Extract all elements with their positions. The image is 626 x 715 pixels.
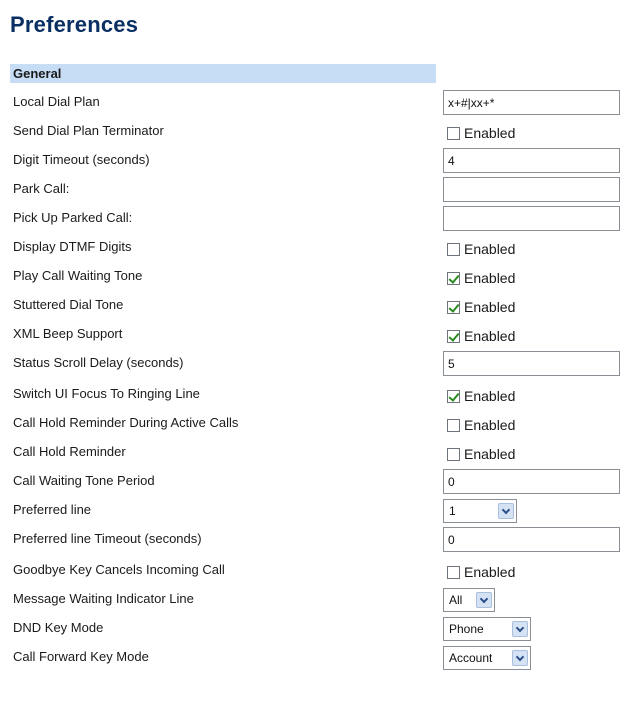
row-dnd-key-mode: DND Key Mode Phone [13, 614, 623, 643]
digit-timeout-label: Digit Timeout (seconds) [13, 152, 150, 167]
xml-beep-support-enabled-label: Enabled [464, 328, 516, 344]
call-forward-key-mode-label: Call Forward Key Mode [13, 649, 149, 664]
row-call-hold-reminder: Call Hold Reminder Enabled [13, 438, 623, 467]
switch-ui-focus-checkbox[interactable] [447, 389, 460, 403]
row-park-call: Park Call: [13, 175, 623, 204]
xml-beep-support-label: XML Beep Support [13, 326, 123, 341]
row-preferred-line: Preferred line 1 [13, 496, 623, 525]
preferred-line-label: Preferred line [13, 502, 92, 517]
status-scroll-delay-input[interactable] [443, 351, 620, 376]
park-call-label: Park Call: [13, 181, 70, 196]
dnd-key-mode-selected-value: Phone [449, 622, 484, 636]
display-dtmf-digits-checkbox[interactable] [447, 242, 460, 256]
goodbye-key-cancels-enabled-label: Enabled [464, 564, 516, 580]
play-call-waiting-tone-checkbox[interactable] [447, 271, 460, 285]
digit-timeout-input[interactable] [443, 148, 620, 173]
send-dial-plan-terminator-enabled-label: Enabled [464, 125, 516, 141]
xml-beep-support-toggle[interactable]: Enabled [447, 327, 515, 345]
row-display-dtmf-digits: Display DTMF Digits Enabled [13, 233, 623, 262]
stuttered-dial-tone-enabled-label: Enabled [464, 299, 516, 315]
pick-up-parked-call-label: Pick Up Parked Call: [13, 210, 133, 225]
preferred-line-timeout-input[interactable] [443, 527, 620, 552]
goodbye-key-cancels-label: Goodbye Key Cancels Incoming Call [13, 562, 225, 577]
call-hold-reminder-active-checkbox[interactable] [447, 418, 460, 432]
park-call-input[interactable] [443, 177, 620, 202]
goodbye-key-cancels-toggle[interactable]: Enabled [447, 563, 515, 581]
row-switch-ui-focus: Switch UI Focus To Ringing Line Enabled [13, 380, 623, 409]
pick-up-parked-call-input[interactable] [443, 206, 620, 231]
chevron-down-icon[interactable] [512, 650, 528, 666]
call-hold-reminder-enabled-label: Enabled [464, 446, 516, 462]
call-hold-reminder-label: Call Hold Reminder [13, 444, 126, 459]
row-call-waiting-tone-period: Call Waiting Tone Period [13, 467, 623, 496]
local-dial-plan-input[interactable] [443, 90, 620, 115]
row-play-call-waiting-tone: Play Call Waiting Tone Enabled [13, 262, 623, 291]
row-preferred-line-timeout: Preferred line Timeout (seconds) [13, 525, 623, 554]
display-dtmf-digits-label: Display DTMF Digits [13, 239, 132, 254]
row-call-hold-reminder-active: Call Hold Reminder During Active Calls E… [13, 409, 623, 438]
stuttered-dial-tone-label: Stuttered Dial Tone [13, 297, 124, 312]
dnd-key-mode-select[interactable]: Phone [443, 617, 531, 641]
call-hold-reminder-active-label: Call Hold Reminder During Active Calls [13, 415, 239, 430]
call-forward-key-mode-selected-value: Account [449, 651, 493, 665]
chevron-down-icon[interactable] [476, 592, 492, 608]
row-stuttered-dial-tone: Stuttered Dial Tone Enabled [13, 291, 623, 320]
call-waiting-tone-period-label: Call Waiting Tone Period [13, 473, 155, 488]
status-scroll-delay-label: Status Scroll Delay (seconds) [13, 355, 184, 370]
switch-ui-focus-enabled-label: Enabled [464, 388, 516, 404]
send-dial-plan-terminator-label: Send Dial Plan Terminator [13, 123, 164, 138]
switch-ui-focus-toggle[interactable]: Enabled [447, 387, 515, 405]
send-dial-plan-terminator-checkbox[interactable] [447, 126, 460, 140]
preferred-line-select[interactable]: 1 [443, 499, 517, 523]
section-header-general: General [10, 64, 436, 83]
call-waiting-tone-period-input[interactable] [443, 469, 620, 494]
row-pick-up-parked-call: Pick Up Parked Call: [13, 204, 623, 233]
row-call-forward-key-mode: Call Forward Key Mode Account [13, 643, 623, 672]
mwi-line-label: Message Waiting Indicator Line [13, 591, 194, 606]
preferred-line-selected-value: 1 [449, 504, 456, 518]
call-hold-reminder-active-toggle[interactable]: Enabled [447, 416, 515, 434]
row-digit-timeout: Digit Timeout (seconds) [13, 146, 623, 175]
mwi-line-selected-value: All [449, 593, 463, 607]
play-call-waiting-tone-toggle[interactable]: Enabled [447, 269, 515, 287]
xml-beep-support-checkbox[interactable] [447, 329, 460, 343]
chevron-down-icon[interactable] [512, 621, 528, 637]
row-goodbye-key-cancels: Goodbye Key Cancels Incoming Call Enable… [13, 556, 623, 585]
row-local-dial-plan: Local Dial Plan [13, 88, 623, 117]
play-call-waiting-tone-enabled-label: Enabled [464, 270, 516, 286]
page-title: Preferences [10, 12, 139, 37]
preferred-line-timeout-label: Preferred line Timeout (seconds) [13, 531, 202, 546]
row-send-dial-plan-terminator: Send Dial Plan Terminator Enabled [13, 117, 623, 146]
switch-ui-focus-label: Switch UI Focus To Ringing Line [13, 386, 200, 401]
mwi-line-select[interactable]: All [443, 588, 495, 612]
stuttered-dial-tone-toggle[interactable]: Enabled [447, 298, 515, 316]
display-dtmf-digits-toggle[interactable]: Enabled [447, 240, 515, 258]
display-dtmf-digits-enabled-label: Enabled [464, 241, 516, 257]
play-call-waiting-tone-label: Play Call Waiting Tone [13, 268, 143, 283]
goodbye-key-cancels-checkbox[interactable] [447, 565, 460, 579]
chevron-down-icon[interactable] [498, 503, 514, 519]
row-mwi-line: Message Waiting Indicator Line All [13, 585, 623, 614]
call-forward-key-mode-select[interactable]: Account [443, 646, 531, 670]
call-hold-reminder-active-enabled-label: Enabled [464, 417, 516, 433]
row-xml-beep-support: XML Beep Support Enabled [13, 320, 623, 349]
stuttered-dial-tone-checkbox[interactable] [447, 300, 460, 314]
dnd-key-mode-label: DND Key Mode [13, 620, 104, 635]
local-dial-plan-label: Local Dial Plan [13, 94, 100, 109]
call-hold-reminder-toggle[interactable]: Enabled [447, 445, 515, 463]
call-hold-reminder-checkbox[interactable] [447, 447, 460, 461]
row-status-scroll-delay: Status Scroll Delay (seconds) [13, 349, 623, 378]
send-dial-plan-terminator-toggle[interactable]: Enabled [447, 124, 515, 142]
